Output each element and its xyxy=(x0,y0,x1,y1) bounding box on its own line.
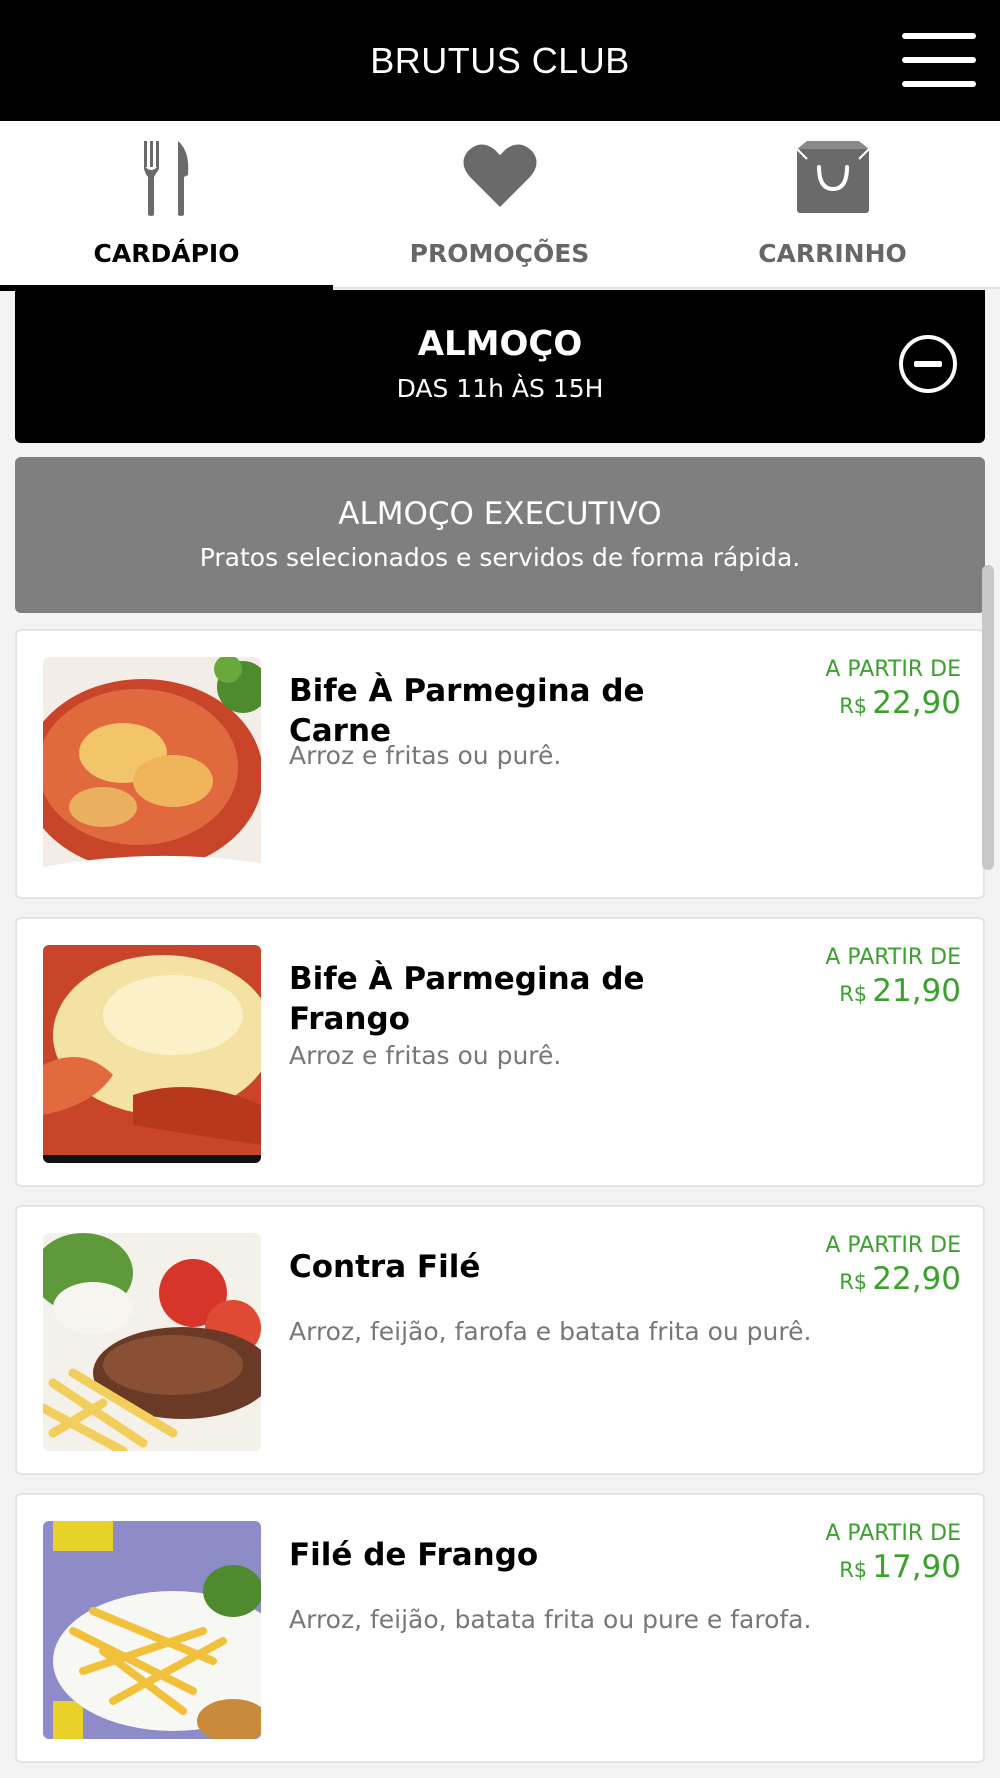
item-description: Arroz e fritas ou purê. xyxy=(289,1041,562,1070)
tab-label: CARRINHO xyxy=(758,239,907,268)
price-prefix: A PARTIR DE xyxy=(825,657,961,682)
currency-symbol: R$ xyxy=(839,1270,868,1294)
dish-image xyxy=(43,1233,261,1451)
tab-label: PROMOÇÕES xyxy=(409,239,590,268)
menu-item-card[interactable]: Contra Filé Arroz, feijão, farofa e bata… xyxy=(15,1205,985,1475)
tab-promocoes[interactable]: PROMOÇÕES xyxy=(333,121,666,289)
item-price: R$ 17,90 xyxy=(839,1549,961,1585)
item-price: R$ 22,90 xyxy=(839,685,961,721)
hamburger-menu-icon[interactable] xyxy=(902,33,976,87)
item-description: Arroz, feijão, farofa e batata frita ou … xyxy=(289,1317,812,1346)
dish-image xyxy=(43,945,261,1163)
tab-cardapio[interactable]: CARDÁPIO xyxy=(0,121,333,291)
category-header[interactable]: ALMOÇO EXECUTIVO Pratos selecionados e s… xyxy=(15,457,985,613)
tab-bar: CARDÁPIO PROMOÇÕES CARRINHO xyxy=(0,121,1000,291)
item-name: Filé de Frango xyxy=(289,1537,539,1573)
minus-circle-icon[interactable] xyxy=(898,334,958,394)
scrollbar-thumb[interactable] xyxy=(982,565,994,870)
item-description: Arroz e fritas ou purê. xyxy=(289,741,562,770)
currency-symbol: R$ xyxy=(839,1558,868,1582)
tab-carrinho[interactable]: CARRINHO xyxy=(666,121,999,289)
menu-item-card[interactable]: Bife À Parmegina de Carne Arroz e fritas… xyxy=(15,629,985,899)
price-value: 21,90 xyxy=(872,973,961,1009)
category-title: ALMOÇO EXECUTIVO xyxy=(338,496,662,532)
currency-symbol: R$ xyxy=(839,694,868,718)
item-name: Contra Filé xyxy=(289,1249,481,1285)
section-subtitle: DAS 11h ÀS 15H xyxy=(396,374,604,403)
dish-image xyxy=(43,657,261,875)
section-title: ALMOÇO xyxy=(417,324,583,364)
menu-item-card[interactable]: Bife À Parmegina de Frango Arroz e frita… xyxy=(15,917,985,1187)
item-description: Arroz, feijão, batata frita ou pure e fa… xyxy=(289,1605,812,1634)
menu-item-card[interactable]: Filé de Frango Arroz, feijão, batata fri… xyxy=(15,1493,985,1763)
category-description: Pratos selecionados e servidos de forma … xyxy=(199,543,801,572)
app-title: BRUTUS CLUB xyxy=(370,40,630,81)
price-prefix: A PARTIR DE xyxy=(825,1521,961,1546)
price-value: 22,90 xyxy=(872,1261,961,1297)
item-price: R$ 21,90 xyxy=(839,973,961,1009)
item-name: Bife À Parmegina de Carne xyxy=(289,673,645,749)
price-prefix: A PARTIR DE xyxy=(825,1233,961,1258)
price-prefix: A PARTIR DE xyxy=(825,945,961,970)
item-price: R$ 22,90 xyxy=(839,1261,961,1297)
item-name: Bife À Parmegina de Frango xyxy=(289,961,645,1037)
tab-label: CARDÁPIO xyxy=(93,239,240,268)
top-app-bar: BRUTUS CLUB xyxy=(0,0,1000,121)
section-header-almoco[interactable]: ALMOÇO DAS 11h ÀS 15H xyxy=(15,290,985,443)
shopping-bag-icon xyxy=(795,141,871,219)
dish-image xyxy=(43,1521,261,1739)
price-value: 17,90 xyxy=(872,1549,961,1585)
heart-icon xyxy=(462,141,538,213)
price-value: 22,90 xyxy=(872,685,961,721)
fork-knife-icon xyxy=(142,141,192,221)
currency-symbol: R$ xyxy=(839,982,868,1006)
